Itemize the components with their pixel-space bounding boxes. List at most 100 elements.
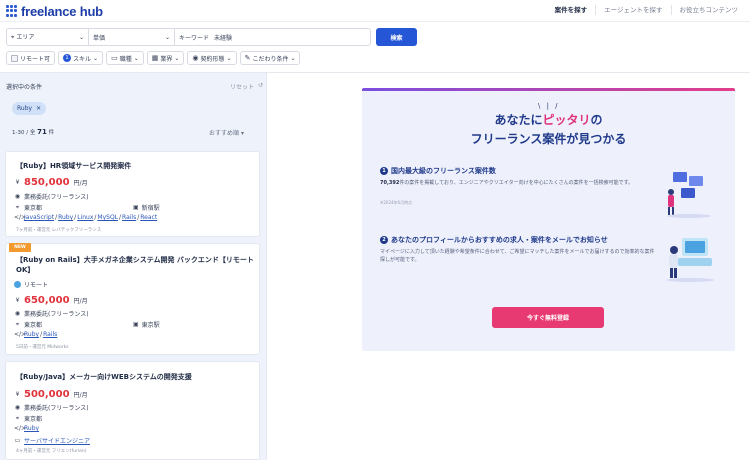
location: 東京都 bbox=[24, 416, 43, 423]
price-unit: 円/月 bbox=[73, 180, 88, 187]
job-card[interactable]: 【Ruby】HR領域サービス開発案件 ¥ 850,000 円/月 ◉ 業務委託(フ… bbox=[5, 151, 260, 237]
feature-1-text: 70,392件の案件を掲載しており、エンジニアやクリエイター向けを中心にたくさん… bbox=[380, 180, 634, 186]
person-icon: ◉ bbox=[14, 193, 21, 200]
price-unit: 円/月 bbox=[73, 392, 88, 399]
skill-link[interactable]: MySQL bbox=[97, 214, 118, 221]
remote-icon bbox=[14, 281, 21, 288]
feature-2-title: 2 あなたのプロフィールからおすすめの求人・案件をメールでお知らせ bbox=[380, 235, 608, 245]
nav-find-jobs[interactable]: 案件を探す bbox=[547, 5, 596, 15]
remote-label: リモート可 bbox=[20, 55, 51, 63]
reset-icon[interactable]: ↺ bbox=[258, 82, 263, 89]
result-total: 71 bbox=[37, 128, 47, 136]
yen-icon: ¥ bbox=[15, 179, 20, 186]
remote-row: リモート bbox=[14, 280, 48, 289]
reset-button[interactable]: リセット bbox=[230, 82, 254, 91]
industry-label: 業界 bbox=[160, 55, 173, 63]
chevron-down-icon: ⌄ bbox=[164, 33, 170, 41]
signup-promo: \ | / あなたにピッタリの フリーランス案件が見つかる 1 国内最大級のフリ… bbox=[362, 88, 735, 351]
job-card[interactable]: NEW 【Ruby on Rails】大手メガネ企業システム開発 バックエンド【… bbox=[5, 243, 260, 355]
promo-headline: あなたにピッタリの bbox=[494, 113, 603, 127]
feature-number-badge: 2 bbox=[380, 236, 388, 244]
position-link[interactable]: サーバサイドエンジニア bbox=[24, 436, 90, 445]
position-row: ▭ サーバサイドエンジニア bbox=[14, 436, 90, 445]
chevron-down-icon: ⌄ bbox=[133, 54, 139, 62]
price-row: ¥ 500,000 円/月 bbox=[14, 389, 88, 400]
search-bar: ⌖ エリア ⌄ 単価 ⌄ キーワード 未経験 bbox=[6, 28, 371, 46]
remote-checkbox[interactable]: リモート可 bbox=[6, 51, 56, 65]
price-label: 単価 bbox=[93, 34, 106, 42]
result-range: 1-30 / 全 bbox=[12, 130, 36, 136]
skill-count-badge: 1 bbox=[63, 54, 72, 62]
price-row: ¥ 650,000 円/月 bbox=[14, 295, 88, 306]
yen-icon: ¥ bbox=[15, 297, 20, 304]
chevron-down-icon: ⌄ bbox=[93, 54, 99, 62]
contract-type: 業務委託(フリーランス) bbox=[24, 311, 89, 318]
job-title[interactable]: 【Ruby/Java】メーカー向けWEBシステムの開発支援 bbox=[16, 372, 192, 382]
price-unit: 円/月 bbox=[73, 298, 88, 305]
position-label: 職種 bbox=[119, 55, 132, 63]
job-title[interactable]: 【Ruby】HR領域サービス開発案件 bbox=[16, 161, 131, 171]
feature-1-note: ※2024年6月時点 bbox=[380, 200, 413, 205]
job-footer: 4ヶ月前・運営元 フリエン(furien) bbox=[16, 449, 87, 454]
skill-link[interactable]: JavaScript bbox=[24, 214, 54, 221]
headline-accent: ピッタリ bbox=[542, 113, 591, 127]
train-icon: ▣ bbox=[133, 321, 139, 328]
skill-link[interactable]: Ruby bbox=[24, 425, 39, 432]
result-unit: 件 bbox=[48, 130, 55, 136]
pin-icon: ⌖ bbox=[15, 320, 20, 328]
close-icon[interactable]: ✕ bbox=[36, 105, 41, 112]
signup-button[interactable]: 今すぐ無料登録 bbox=[492, 307, 604, 328]
code-icon: </> bbox=[14, 331, 27, 338]
skill-filter[interactable]: 1 スキル ⌄ bbox=[58, 51, 104, 65]
skill-link[interactable]: Rails bbox=[43, 331, 57, 338]
briefcase-icon: ▭ bbox=[14, 437, 21, 444]
job-title[interactable]: 【Ruby on Rails】大手メガネ企業システム開発 バックエンド【リモート… bbox=[16, 255, 254, 275]
logo[interactable]: freelance hub bbox=[6, 3, 103, 19]
logo-text: freelance hub bbox=[21, 3, 103, 19]
price-select[interactable]: 単価 ⌄ bbox=[89, 29, 175, 45]
station-row: ▣ 東京駅 bbox=[133, 320, 160, 329]
location-row: ⌖ 東京都 bbox=[14, 320, 43, 330]
position-filter[interactable]: ▭ 職種 ⌄ bbox=[106, 51, 144, 65]
contract-type: 業務委託(フリーランス) bbox=[24, 405, 89, 412]
skills-row: </> Ruby bbox=[14, 425, 39, 432]
job-card[interactable]: 【Ruby/Java】メーカー向けWEBシステムの開発支援 ¥ 500,000 円… bbox=[5, 361, 260, 460]
header: freelance hub 案件を探す エージェントを探す お役立ちコンテンツ bbox=[0, 0, 750, 22]
new-badge: NEW bbox=[9, 243, 31, 252]
location: 東京都 bbox=[24, 322, 43, 329]
pin-icon: ⌖ bbox=[15, 203, 20, 211]
contract-row: ◉ 業務委託(フリーランス) bbox=[14, 192, 89, 201]
selected-conditions-title: 選択中の条件 bbox=[6, 84, 43, 91]
contract-filter[interactable]: ◉ 契約形態 ⌄ bbox=[187, 51, 237, 65]
filter-bar: リモート可 1 スキル ⌄ ▭ 職種 ⌄ ▦ 業界 ⌄ ◉ 契約形態 ⌄ ✎ こ… bbox=[6, 51, 301, 65]
price-row: ¥ 850,000 円/月 bbox=[14, 177, 88, 188]
remote-label: リモート bbox=[24, 282, 49, 289]
skill-link[interactable]: React bbox=[140, 214, 157, 221]
area-select[interactable]: ⌖ エリア ⌄ bbox=[7, 29, 89, 45]
pin-icon: ⌖ bbox=[15, 414, 20, 422]
price-value: 500,000 bbox=[24, 389, 70, 400]
search-button[interactable]: 検索 bbox=[376, 28, 417, 46]
skill-link[interactable]: Ruby bbox=[58, 214, 73, 221]
industry-filter[interactable]: ▦ 業界 ⌄ bbox=[146, 51, 185, 65]
chevron-down-icon: ⌄ bbox=[226, 54, 232, 62]
price-value: 850,000 bbox=[24, 177, 70, 188]
skills-row: </> JavaScript/Ruby/Linux/MySQL/Rails/Re… bbox=[14, 214, 158, 221]
skills-row: </> Ruby/Rails bbox=[14, 331, 58, 338]
keyword-input[interactable]: キーワード 未経験 bbox=[175, 29, 370, 45]
skill-link[interactable]: Ruby bbox=[24, 331, 39, 338]
skill-link[interactable]: Rails bbox=[122, 214, 136, 221]
price-value: 650,000 bbox=[24, 295, 70, 306]
station: 東京駅 bbox=[141, 322, 160, 329]
nav-find-agents[interactable]: エージェントを探す bbox=[595, 5, 670, 15]
condition-tag[interactable]: Ruby ✕ bbox=[12, 102, 47, 115]
preference-filter[interactable]: ✎ こだわり条件 ⌄ bbox=[239, 51, 301, 65]
wrench-icon: ✎ bbox=[244, 54, 251, 62]
nav-useful-content[interactable]: お役立ちコンテンツ bbox=[670, 5, 747, 15]
keyword-label: キーワード bbox=[179, 34, 210, 42]
skill-link[interactable]: Linux bbox=[77, 214, 93, 221]
sort-select[interactable]: おすすめ順 ▾ bbox=[209, 128, 244, 137]
location-row: ⌖ 東京都 bbox=[14, 414, 43, 424]
sort-label: おすすめ順 bbox=[209, 130, 240, 137]
station: 新宿駅 bbox=[141, 205, 160, 212]
